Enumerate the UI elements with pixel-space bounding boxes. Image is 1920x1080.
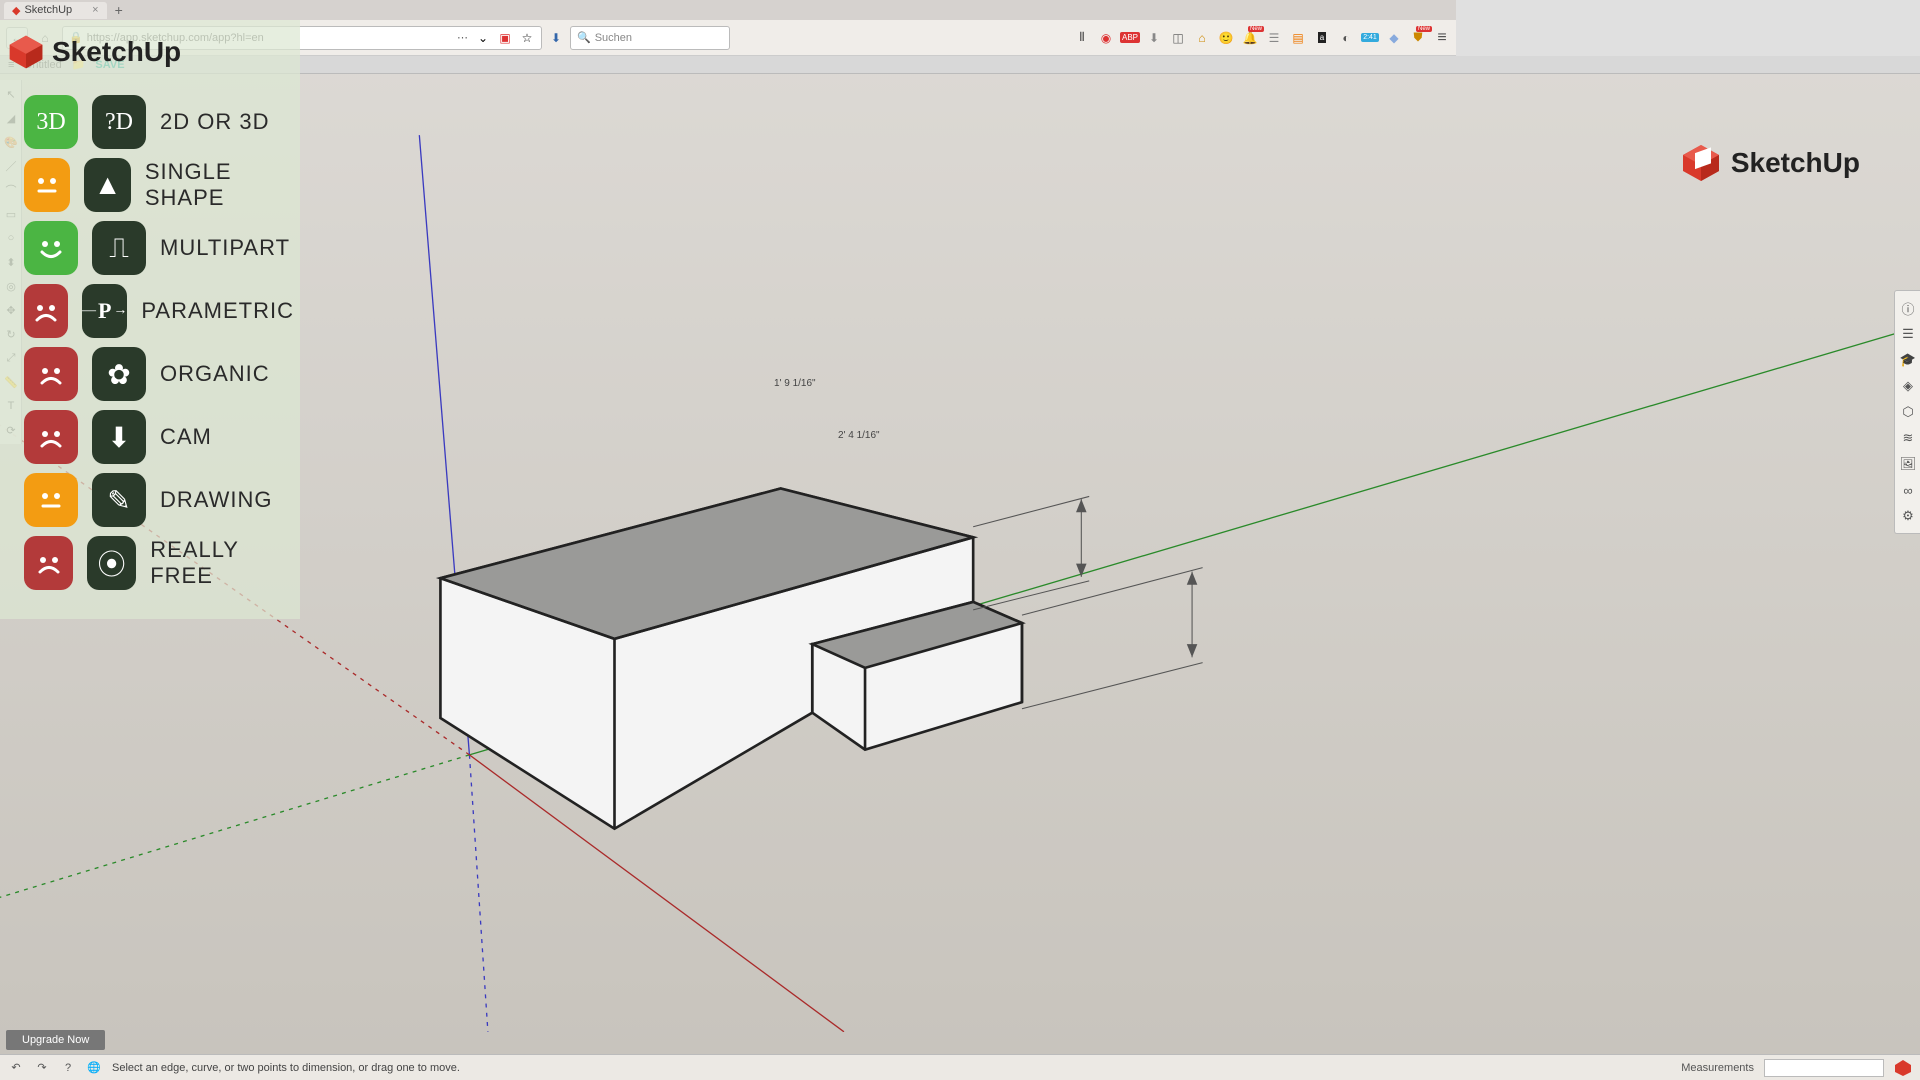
watermark-logo: SketchUp (1679, 141, 1860, 185)
sketchup-corner-icon[interactable] (1894, 1059, 1912, 1077)
category-icon: ⬇ (92, 410, 146, 464)
pocket-icon[interactable]: ⌄ (475, 30, 491, 46)
overlay-logo: SketchUp (6, 28, 294, 86)
rating-face-icon (24, 158, 70, 212)
category-icon: ⦿ (87, 536, 136, 590)
category-label: Really Free (150, 537, 294, 589)
ext-icon-pocket[interactable]: ◉ (1098, 30, 1114, 46)
category-label: CAM (160, 424, 212, 450)
rating-face-icon (24, 284, 68, 338)
ext-icon-shield[interactable]: ⛊New (1410, 30, 1426, 46)
category-icon: ✿ (92, 347, 146, 401)
extension-icons: ⦀ ◉ ABP ⬇ ◫ ⌂ 🙂 🔔New ☰ ▤ a ◐ 2:41 ◆ ⛊New… (1074, 30, 1450, 46)
rating-face-icon (24, 347, 78, 401)
ext-icon-bell[interactable]: 🔔New (1242, 30, 1258, 46)
category-icon: ⎍ (92, 221, 146, 275)
rating-face-icon (24, 221, 78, 275)
rating-row: ⎍ Multipart (24, 221, 294, 275)
tab-close-icon[interactable]: × (92, 4, 98, 16)
measurements-label: Measurements (1681, 1062, 1754, 1074)
ext-icon-download[interactable]: ⬇ (1146, 30, 1162, 46)
rating-overlay: SketchUp 3D ?D 2D or 3D ▲ Single Shape ⎍ Multi… (0, 20, 300, 619)
download-icon[interactable]: ⬇ (548, 30, 564, 46)
help-icon[interactable]: ? (60, 1060, 76, 1076)
ext-icon-list[interactable]: ☰ (1266, 30, 1282, 46)
page-actions-icon[interactable]: ⋯ (457, 31, 469, 44)
ext-icon-gem[interactable]: ◆ (1386, 30, 1402, 46)
category-label: Parametric (141, 298, 294, 324)
ext-icon-home[interactable]: ⌂ (1194, 30, 1210, 46)
category-icon: ?D (92, 95, 146, 149)
materials-panel-icon[interactable]: ◈ (1899, 377, 1917, 395)
rating-face-icon: 3D (24, 95, 78, 149)
browser-menu-icon[interactable]: ≡ (1434, 30, 1450, 46)
ext-icon-abp[interactable]: ABP (1122, 30, 1138, 46)
reader-icon[interactable]: ▣ (497, 30, 513, 46)
browser-tab[interactable]: ◆ SketchUp × (4, 2, 107, 19)
redo-icon[interactable]: ↷ (34, 1060, 50, 1076)
overlay-logo-text: SketchUp (52, 36, 181, 68)
components-panel-icon[interactable]: 🎓 (1899, 351, 1917, 369)
info-panel-icon[interactable]: ⓘ (1899, 299, 1917, 317)
rating-row: —P→ Parametric (24, 284, 294, 338)
upgrade-button[interactable]: Upgrade Now (6, 1030, 105, 1050)
status-hint: Select an edge, curve, or two points to … (112, 1062, 1671, 1074)
tab-title: SketchUp (24, 4, 72, 16)
category-label: Multipart (160, 235, 290, 261)
sketchup-cube-icon (6, 32, 46, 72)
ext-icon-face[interactable]: 🙂 (1218, 30, 1234, 46)
rating-face-icon (24, 473, 78, 527)
display-panel-icon[interactable]: ∞ (1899, 481, 1917, 499)
bookmark-star-icon[interactable]: ☆ (519, 30, 535, 46)
ext-icon-clock[interactable]: 2:41 (1362, 30, 1378, 46)
layers-panel-icon[interactable]: ≋ (1899, 429, 1917, 447)
ext-icon-1[interactable]: ⦀ (1074, 30, 1090, 46)
right-toolbar: ⓘ ☰ 🎓 ◈ ⬡ ≋ 🖼 ∞ ⚙ (1894, 290, 1920, 534)
status-bar: ↶ ↷ ? 🌐 Select an edge, curve, or two po… (0, 1054, 1920, 1080)
dimension-label-2[interactable]: 2' 4 1/16" (838, 430, 880, 441)
measurements-input[interactable] (1764, 1059, 1884, 1077)
search-bar[interactable]: 🔍 Suchen (570, 26, 730, 50)
ext-icon-amazon[interactable]: a (1314, 30, 1330, 46)
ext-icon-dark[interactable]: ◐ (1338, 30, 1354, 46)
rating-row: 3D ?D 2D or 3D (24, 95, 294, 149)
rating-row: ✿ Organic (24, 347, 294, 401)
watermark-text: SketchUp (1731, 147, 1860, 179)
ext-icon-rss[interactable]: ▤ (1290, 30, 1306, 46)
ext-icon-panel[interactable]: ◫ (1170, 30, 1186, 46)
rating-row: ✎ Drawing (24, 473, 294, 527)
scenes-panel-icon[interactable]: 🖼 (1899, 455, 1917, 473)
language-icon[interactable]: 🌐 (86, 1060, 102, 1076)
rating-face-icon (24, 410, 78, 464)
rating-row: ▲ Single Shape (24, 158, 294, 212)
category-icon: ▲ (84, 158, 130, 212)
browser-tab-strip: ◆ SketchUp × + (0, 0, 1456, 20)
tab-favicon: ◆ (12, 4, 20, 17)
rating-face-icon (24, 536, 73, 590)
rating-row: ⦿ Really Free (24, 536, 294, 590)
sketchup-cube-icon (1679, 141, 1723, 185)
dimension-label-1[interactable]: 1' 9 1/16" (774, 378, 816, 389)
category-label: Single Shape (145, 159, 294, 211)
new-tab-button[interactable]: + (109, 2, 129, 18)
rating-row: ⬇ CAM (24, 410, 294, 464)
styles-panel-icon[interactable]: ⬡ (1899, 403, 1917, 421)
search-icon: 🔍 (577, 31, 591, 44)
share-panel-icon[interactable]: ⚙ (1899, 507, 1917, 525)
category-icon: —P→ (82, 284, 127, 338)
category-icon: ✎ (92, 473, 146, 527)
undo-icon[interactable]: ↶ (8, 1060, 24, 1076)
category-label: Organic (160, 361, 270, 387)
category-label: 2D or 3D (160, 109, 269, 135)
category-label: Drawing (160, 487, 273, 513)
search-placeholder: Suchen (595, 32, 632, 44)
instructor-panel-icon[interactable]: ☰ (1899, 325, 1917, 343)
